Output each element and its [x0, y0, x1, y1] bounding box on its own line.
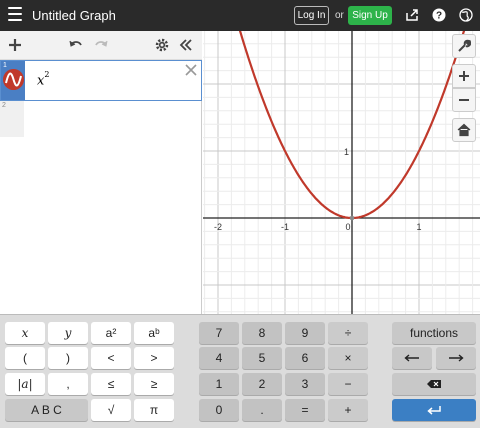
- close-icon[interactable]: [185, 64, 197, 76]
- key-y[interactable]: y: [48, 322, 88, 344]
- expression-number: 1: [3, 62, 7, 69]
- keypad-key[interactable]: 9: [285, 322, 325, 344]
- keypad-key[interactable]: ×: [328, 347, 368, 369]
- arrow-left-icon: [404, 354, 419, 362]
- cursor-right-button[interactable]: [436, 347, 476, 369]
- key-open-paren[interactable]: (: [5, 347, 45, 369]
- expression-toolbar: [0, 31, 202, 60]
- y-tick-label: 1: [344, 147, 349, 157]
- undo-icon[interactable]: [68, 37, 84, 53]
- keypad-key[interactable]: −: [328, 373, 368, 395]
- expression-number: 2: [2, 102, 6, 109]
- minus-icon: [459, 99, 469, 101]
- keypad-key[interactable]: =: [285, 399, 325, 421]
- graph-settings-button[interactable]: [452, 34, 476, 58]
- key-abc[interactable]: A B C: [5, 399, 88, 421]
- key-close-paren[interactable]: ): [48, 347, 88, 369]
- keypad-key[interactable]: 4: [199, 347, 239, 369]
- arrow-right-icon: [449, 354, 464, 362]
- zoom-out-button[interactable]: [452, 88, 476, 112]
- expression-panel: 1 x2 2: [0, 31, 202, 345]
- backspace-button[interactable]: [392, 373, 476, 395]
- keypad-key[interactable]: +: [328, 399, 368, 421]
- x-tick-label: -1: [281, 222, 289, 232]
- keypad-key[interactable]: 7: [199, 322, 239, 344]
- gear-icon[interactable]: [154, 37, 170, 53]
- login-button[interactable]: Log In: [294, 6, 329, 25]
- keypad-key[interactable]: 8: [242, 322, 282, 344]
- add-icon[interactable]: [7, 37, 23, 53]
- signup-button[interactable]: Sign Up: [348, 6, 392, 25]
- enter-icon: [427, 406, 441, 415]
- keypad-key[interactable]: 0: [199, 399, 239, 421]
- math-keypad: x y a² aᵇ () < > |a|, ≤ ≥ A B C √ π 7 8 9 ÷ 4 5 6 × 1 2 3− 0. = + f…: [0, 314, 480, 428]
- globe-icon[interactable]: [459, 8, 473, 22]
- enter-button[interactable]: [392, 399, 476, 421]
- keypad-key[interactable]: .: [242, 399, 282, 421]
- vertex-point[interactable]: [349, 215, 355, 221]
- key-leq[interactable]: ≤: [91, 373, 131, 395]
- minor-gridlines: [203, 31, 480, 314]
- key-a-squared[interactable]: a²: [91, 322, 131, 344]
- key-comma[interactable]: ,: [48, 373, 88, 395]
- x-tick-label: -2: [214, 222, 222, 232]
- keypad-key[interactable]: ÷: [328, 322, 368, 344]
- graph-style-icon[interactable]: [3, 69, 24, 90]
- redo-icon[interactable]: [93, 37, 109, 53]
- collapse-panel-icon[interactable]: [178, 37, 194, 53]
- keypad-key[interactable]: 5: [242, 347, 282, 369]
- key-sqrt[interactable]: √: [91, 399, 131, 421]
- key-x[interactable]: x: [5, 322, 45, 344]
- or-label: or: [335, 10, 344, 21]
- keypad-key[interactable]: 1: [199, 373, 239, 395]
- expression-gutter: 2: [0, 101, 24, 137]
- help-icon[interactable]: ?: [432, 8, 446, 22]
- wrench-icon: [458, 39, 471, 52]
- home-icon: [457, 123, 471, 137]
- key-pi[interactable]: π: [134, 399, 174, 421]
- default-view-button[interactable]: [452, 118, 476, 142]
- expression-row[interactable]: 1 x2: [0, 60, 202, 101]
- share-icon[interactable]: [405, 8, 419, 22]
- keypad-key[interactable]: 2: [242, 373, 282, 395]
- key-a-power-b[interactable]: aᵇ: [134, 322, 174, 344]
- svg-text:?: ?: [436, 11, 442, 22]
- key-less-than[interactable]: <: [91, 347, 131, 369]
- zoom-in-button[interactable]: [452, 64, 476, 88]
- functions-button[interactable]: functions: [392, 322, 476, 344]
- top-bar: Untitled Graph Log In or Sign Up ?: [0, 0, 480, 31]
- keypad-key[interactable]: 6: [285, 347, 325, 369]
- expression-row[interactable]: 2: [0, 101, 202, 137]
- key-abs[interactable]: |a|: [5, 373, 45, 395]
- graph-title[interactable]: Untitled Graph: [32, 8, 116, 23]
- key-geq[interactable]: ≥: [134, 373, 174, 395]
- x-tick-label: 0: [345, 222, 350, 232]
- backspace-icon: [427, 380, 441, 388]
- y-tick-labels: 1: [344, 147, 349, 157]
- expression-exponent: 2: [44, 70, 50, 79]
- graph-canvas[interactable]: -2 -1 0 1 1: [203, 31, 480, 314]
- keypad-key[interactable]: 3: [285, 373, 325, 395]
- cursor-left-button[interactable]: [392, 347, 432, 369]
- menu-icon[interactable]: [8, 7, 22, 23]
- plus-icon: [459, 71, 469, 81]
- expression-input[interactable]: x2: [37, 70, 50, 88]
- key-greater-than[interactable]: >: [134, 347, 174, 369]
- x-tick-label: 1: [416, 222, 421, 232]
